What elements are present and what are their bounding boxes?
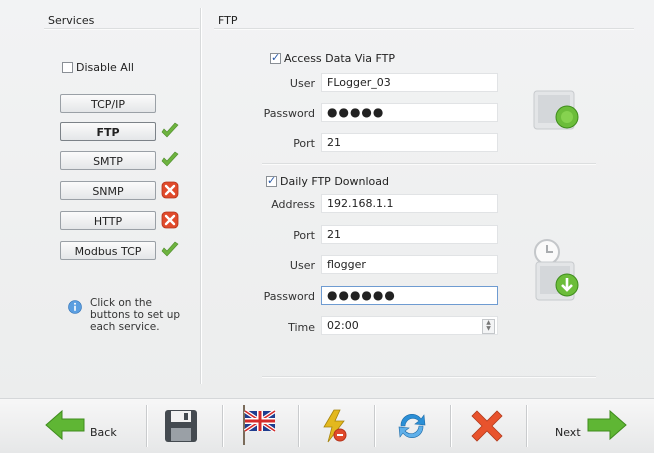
cancel-icon — [471, 410, 503, 442]
access-user-field[interactable]: FLogger_03 — [321, 73, 498, 92]
next-label: Next — [555, 426, 581, 439]
smtp-button[interactable]: SMTP — [60, 151, 156, 170]
language-button[interactable] — [224, 399, 296, 453]
main-area: Services Disable All TCP/IP FTP SMTP SNM… — [0, 0, 654, 398]
toolbar-separator — [450, 405, 451, 447]
next-arrow-icon — [587, 409, 627, 441]
ftp-title-rule — [214, 28, 634, 30]
services-title: Services — [48, 14, 95, 27]
cancel-button[interactable] — [452, 399, 524, 453]
time-spinner[interactable]: ▲ ▼ — [482, 319, 495, 334]
tcpip-button[interactable]: TCP/IP — [60, 94, 156, 113]
power-reset-icon — [323, 409, 347, 443]
ftp-server-icon — [533, 90, 579, 130]
bottom-section-rule — [262, 376, 596, 378]
http-error-icon — [161, 211, 179, 229]
smtp-ok-check-icon — [161, 151, 179, 167]
access-ftp-label: Access Data Via FTP — [284, 52, 395, 65]
language-flag-icon — [243, 405, 277, 445]
daily-download-checkbox[interactable] — [266, 174, 277, 187]
panel-divider — [200, 8, 201, 384]
scheduled-download-icon — [534, 239, 579, 301]
next-button[interactable]: Next — [528, 399, 654, 453]
access-port-label: Port — [293, 137, 315, 150]
refresh-button[interactable] — [376, 399, 448, 453]
access-ftp-checkbox[interactable] — [270, 51, 281, 64]
services-title-rule — [44, 28, 199, 30]
toolbar-separator — [222, 405, 223, 447]
http-button[interactable]: HTTP — [60, 211, 156, 230]
ftp-button[interactable]: FTP — [60, 122, 156, 141]
daily-download-label: Daily FTP Download — [280, 175, 389, 188]
access-password-field[interactable]: ●●●●● — [321, 103, 498, 122]
download-time-label: Time — [288, 321, 315, 334]
services-help-text: Click on the buttons to set up each serv… — [90, 297, 181, 333]
ftp-title: FTP — [218, 14, 238, 27]
download-password-label: Password — [263, 290, 315, 303]
download-address-label: Address — [271, 198, 315, 211]
back-arrow-icon — [45, 409, 85, 441]
disable-all-label: Disable All — [76, 61, 134, 74]
download-user-label: User — [289, 259, 315, 272]
download-address-field[interactable]: 192.168.1.1 — [321, 194, 498, 213]
bottom-toolbar: Back Next — [0, 398, 654, 453]
download-port-label: Port — [293, 229, 315, 242]
back-label: Back — [90, 426, 117, 439]
toolbar-separator — [374, 405, 375, 447]
power-reset-button[interactable] — [300, 399, 372, 453]
download-time-field[interactable]: 02:00 ▲ ▼ — [321, 316, 498, 335]
snmp-button[interactable]: SNMP — [60, 181, 156, 200]
download-user-field[interactable]: flogger — [321, 255, 498, 274]
download-port-field[interactable]: 21 — [321, 225, 498, 244]
back-button[interactable]: Back — [0, 399, 145, 453]
download-time-value: 02:00 — [327, 319, 359, 332]
save-icon — [165, 410, 197, 442]
toolbar-separator — [146, 405, 147, 447]
save-button[interactable] — [148, 399, 220, 453]
snmp-error-icon — [161, 181, 179, 199]
ftp-section-rule — [262, 163, 596, 165]
access-port-field[interactable]: 21 — [321, 133, 498, 152]
download-password-field[interactable]: ●●●●●● — [321, 286, 498, 305]
access-user-label: User — [289, 77, 315, 90]
info-icon — [68, 300, 82, 314]
ftp-ok-check-icon — [161, 122, 179, 138]
modbus-tcp-button[interactable]: Modbus TCP — [60, 241, 156, 260]
disable-all-checkbox[interactable] — [62, 62, 73, 73]
modbus-ok-check-icon — [161, 241, 179, 257]
toolbar-separator — [526, 405, 527, 447]
access-password-label: Password — [263, 107, 315, 120]
refresh-icon — [398, 413, 426, 439]
toolbar-separator — [298, 405, 299, 447]
